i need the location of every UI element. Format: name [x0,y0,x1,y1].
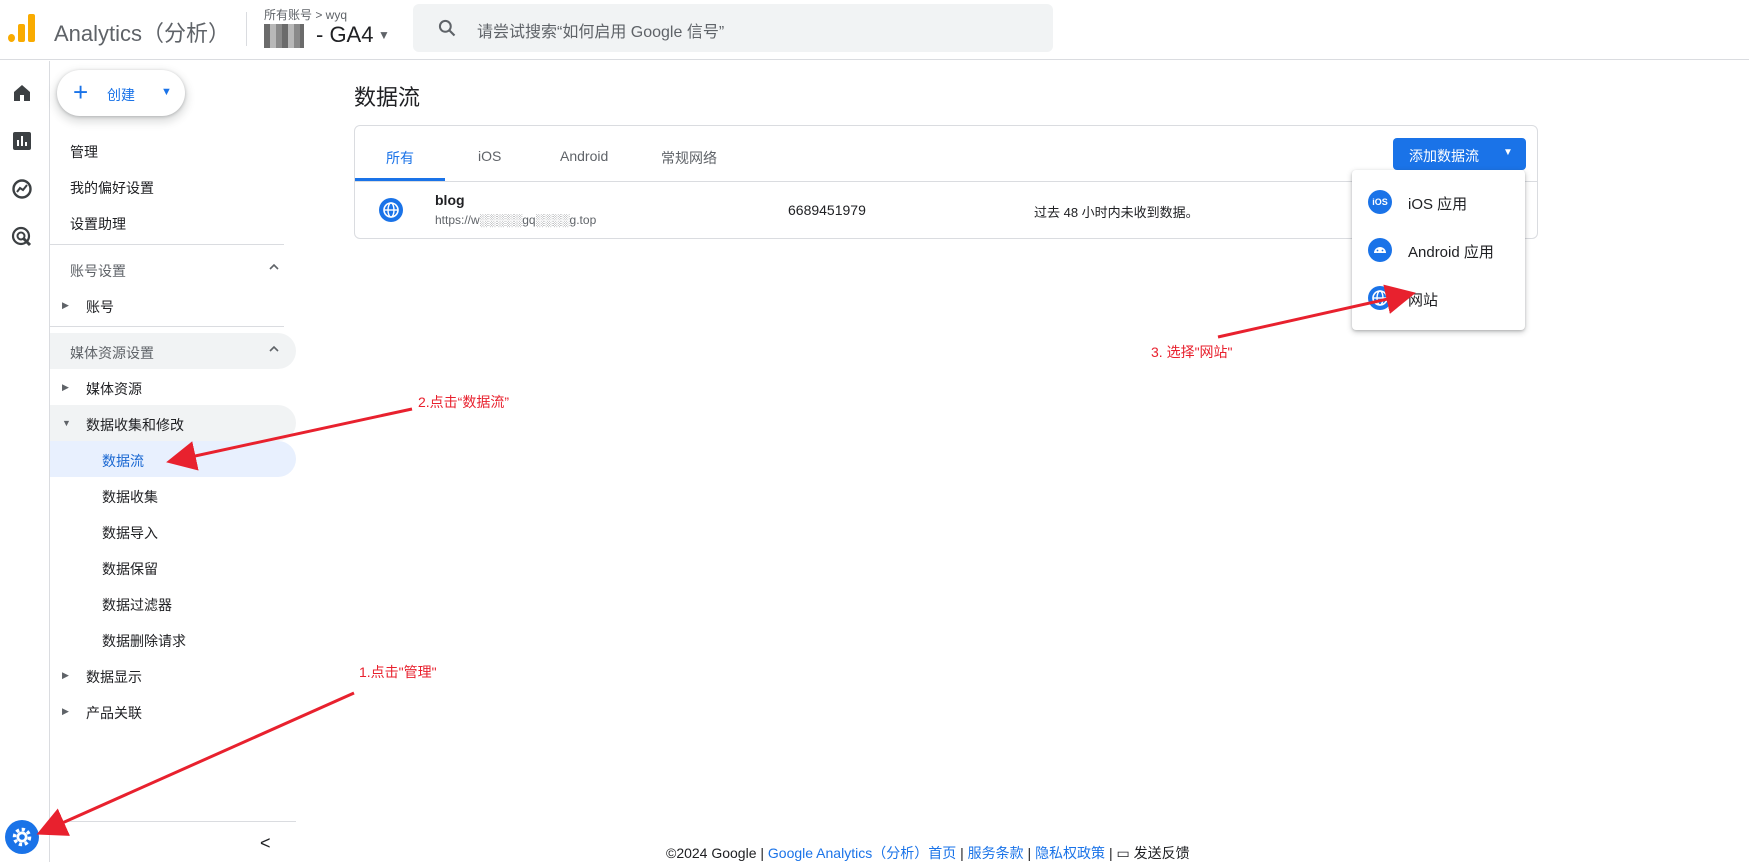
nav-product-links[interactable]: ▶ 产品关联 [50,693,296,729]
chevron-up-icon [269,345,279,352]
tab-android[interactable]: Android [560,148,608,164]
expand-arrow-icon: ▶ [62,382,69,392]
footer-feedback[interactable]: 发送反馈 [1134,845,1190,861]
account-settings-header[interactable]: 账号设置 [50,251,296,287]
nav-account[interactable]: ▶ 账号 [50,287,296,323]
nav-label: 数据收集 [102,489,158,505]
annotation-step-2: 2.点击“数据流” [418,394,509,410]
property-name[interactable]: - GA4 [316,22,373,48]
collapse-arrow-icon: ▼ [62,418,71,428]
property-settings-header[interactable]: 媒体资源设置 [50,333,296,369]
section-title: 媒体资源设置 [70,345,154,361]
admin-side-nav: + 创建 ▼ 管理 我的偏好设置 设置助理 账号设置 ▶ 账号 媒体资源设置 ▶… [50,61,296,862]
expand-arrow-icon: ▶ [62,670,69,680]
menu-item-ios-app[interactable]: iOS iOS 应用 [1352,178,1525,226]
nav-data-deletion-requests[interactable]: 数据删除请求 [50,621,296,657]
globe-icon [379,198,403,222]
nav-label: 数据导入 [102,525,158,541]
nav-admin[interactable]: 管理 [70,142,98,162]
menu-label: 网站 [1408,292,1439,309]
footer-copyright: ©2024 Google | [666,845,768,861]
nav-preferences[interactable]: 我的偏好设置 [70,178,154,198]
active-tab-indicator [355,178,445,181]
page-title: 数据流 [354,85,421,110]
account-breadcrumb[interactable]: 所有账号 > wyq [264,6,347,23]
annotation-step-3: 3. 选择"网站" [1151,344,1233,360]
android-icon [1368,238,1392,262]
create-button[interactable]: + 创建 ▼ [57,70,185,116]
nav-divider [50,326,284,327]
nav-data-import[interactable]: 数据导入 [50,513,296,549]
chevron-down-icon[interactable]: ▼ [378,28,390,42]
nav-label: 数据显示 [86,669,142,685]
stream-id: 6689451979 [788,202,866,218]
plus-icon: + [73,77,89,107]
header-divider [246,12,247,46]
collapse-nav-icon[interactable]: < [260,833,271,854]
left-rail [0,61,50,862]
ios-icon: iOS [1368,190,1392,214]
add-stream-label: 添加数据流 [1409,148,1479,164]
stream-name: blog [435,192,465,208]
footer-link-ga-home[interactable]: Google Analytics（分析）首页 [768,845,956,861]
nav-label: 数据删除请求 [102,633,186,649]
explore-icon[interactable] [10,177,34,201]
nav-property[interactable]: ▶ 媒体资源 [50,369,296,405]
create-label: 创建 [107,87,135,103]
expand-arrow-icon: ▶ [62,300,69,310]
search-box[interactable]: 请尝试搜索“如何启用 Google 信号” [413,4,1053,52]
search-icon [438,19,456,37]
nav-label: 账号 [86,299,114,315]
search-placeholder: 请尝试搜索“如何启用 Google 信号” [477,24,725,41]
nav-data-streams[interactable]: 数据流 [50,441,296,477]
menu-item-website[interactable]: 网站 [1352,274,1525,322]
nav-data-collection-modification[interactable]: ▼ 数据收集和修改 [50,405,296,441]
nav-data-retention[interactable]: 数据保留 [50,549,296,585]
nav-bottom-divider [50,821,296,822]
tab-web[interactable]: 常规网络 [661,148,717,168]
nav-label: 数据过滤器 [102,597,172,613]
property-icon [264,24,304,48]
stream-url: https://w░░░░░gq░░░░g.top [435,213,597,227]
nav-label: 数据收集和修改 [86,417,184,433]
nav-label: 数据流 [102,453,144,469]
admin-gear-icon[interactable] [5,820,39,854]
nav-divider [50,244,284,245]
app-title: Analytics（分析） [54,21,231,46]
globe-icon [1368,286,1392,310]
advertising-icon[interactable] [10,225,34,249]
nav-label: 产品关联 [86,705,142,721]
chevron-up-icon [269,263,279,270]
tab-all[interactable]: 所有 [386,148,414,168]
footer-sep: | [1023,845,1036,861]
footer-sep: | [1105,845,1117,861]
add-stream-menu: iOS iOS 应用 Android 应用 网站 [1352,170,1525,330]
top-bar: Analytics（分析） 所有账号 > wyq - GA4 ▼ 请尝试搜索“如… [0,0,1749,60]
menu-label: Android 应用 [1408,244,1494,261]
caret-down-icon: ▼ [1503,147,1513,158]
expand-arrow-icon: ▶ [62,706,69,716]
reports-icon[interactable] [10,129,34,153]
nav-label: 媒体资源 [86,381,142,397]
caret-down-icon: ▼ [161,86,172,98]
footer-link-privacy[interactable]: 隐私权政策 [1035,845,1105,861]
menu-item-android-app[interactable]: Android 应用 [1352,226,1525,274]
feedback-icon: ▭ [1116,845,1134,861]
add-stream-button[interactable]: 添加数据流 ▼ [1393,138,1526,170]
section-title: 账号设置 [70,263,126,279]
nav-label: 数据保留 [102,561,158,577]
tab-ios[interactable]: iOS [478,148,501,164]
nav-setup-assistant[interactable]: 设置助理 [70,214,126,234]
footer: ©2024 Google | Google Analytics（分析）首页 | … [666,843,1190,863]
analytics-logo-icon[interactable] [8,12,38,42]
menu-label: iOS 应用 [1408,196,1468,213]
stream-status: 过去 48 小时内未收到数据。 [1034,205,1199,220]
footer-link-terms[interactable]: 服务条款 [968,845,1024,861]
home-icon[interactable] [10,81,34,105]
footer-sep: | [956,845,968,861]
annotation-step-1: 1.点击"管理" [359,664,437,680]
nav-data-filters[interactable]: 数据过滤器 [50,585,296,621]
nav-data-collection[interactable]: 数据收集 [50,477,296,513]
nav-data-display[interactable]: ▶ 数据显示 [50,657,296,693]
